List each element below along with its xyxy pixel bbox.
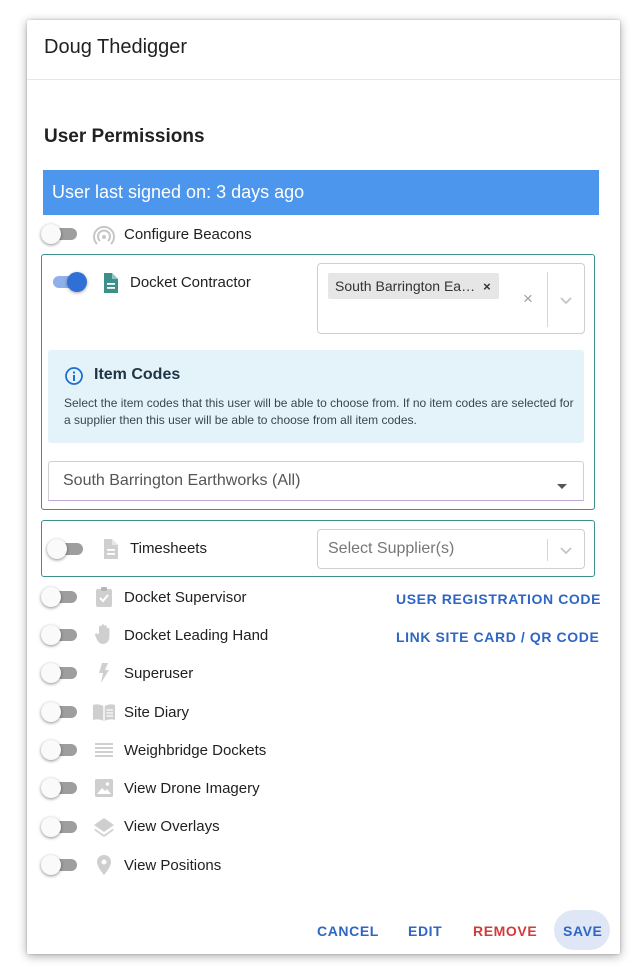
permission-label-site-diary: Site Diary (124, 704, 190, 721)
dialog-header: Doug Thedigger (27, 20, 620, 80)
dropdown-caret-icon (557, 484, 567, 489)
item-codes-info-box: Item Codes Select the item codes that th… (48, 350, 584, 443)
select-separator (547, 539, 548, 561)
permission-label-view-positions: View Positions (124, 857, 222, 874)
item-codes-title: Item Codes (94, 366, 181, 383)
save-button[interactable]: SAVE (563, 923, 603, 939)
toggle-docket-supervisor[interactable] (41, 586, 81, 608)
item-codes-description: Select the item codes that this user wil… (64, 396, 574, 427)
supplier-select-placeholder: Select Supplier(s) (328, 540, 455, 557)
chip-remove-icon[interactable]: × (483, 279, 491, 294)
permission-label-docket-supervisor: Docket Supervisor (124, 589, 247, 606)
permission-label-weighbridge-dockets: Weighbridge Dockets (124, 742, 267, 759)
list-icon (95, 743, 113, 757)
permission-label-docket-leading-hand: Docket Leading Hand (124, 627, 269, 644)
toggle-timesheets[interactable] (47, 538, 87, 560)
item-codes-dropdown[interactable]: South Barrington Earthworks (All) (48, 461, 584, 501)
document-icon (104, 273, 118, 293)
toggle-view-drone-imagery[interactable] (41, 777, 81, 799)
book-icon (93, 704, 115, 721)
user-permissions-dialog: Doug Thedigger User Permissions User las… (27, 20, 620, 954)
location-pin-icon (97, 855, 111, 875)
document-icon (104, 539, 118, 559)
last-signed-on-banner: User last signed on: 3 days ago (43, 170, 599, 215)
permission-label-view-overlays: View Overlays (124, 818, 220, 835)
link-site-card-qr-code-link[interactable]: LINK SITE CARD / QR CODE (396, 629, 599, 645)
toggle-docket-contractor[interactable] (49, 271, 89, 293)
chevron-down-icon[interactable] (559, 543, 573, 557)
contractor-supplier-select[interactable]: South Barrington Ea… × × (317, 263, 585, 334)
permission-label-docket-contractor: Docket Contractor (130, 274, 251, 291)
timesheets-panel: Timesheets Select Supplier(s) (41, 520, 595, 577)
toggle-view-overlays[interactable] (41, 816, 81, 838)
toggle-view-positions[interactable] (41, 854, 81, 876)
beacon-icon (93, 225, 115, 245)
clipboard-check-icon (96, 587, 112, 607)
permission-label-configure-beacons: Configure Beacons (124, 226, 252, 243)
dialog-title: Doug Thedigger (44, 36, 188, 58)
select-separator (547, 272, 548, 327)
edit-button[interactable]: EDIT (408, 923, 442, 939)
user-registration-code-link[interactable]: USER REGISTRATION CODE (396, 591, 601, 607)
hand-icon (94, 624, 110, 644)
image-icon (95, 779, 113, 797)
timesheets-supplier-select[interactable]: Select Supplier(s) (317, 529, 585, 569)
toggle-superuser[interactable] (41, 662, 81, 684)
layers-icon (94, 818, 114, 837)
toggle-configure-beacons[interactable] (41, 223, 81, 245)
toggle-weighbridge-dockets[interactable] (41, 739, 81, 761)
item-codes-dropdown-value: South Barrington Earthworks (All) (63, 472, 301, 489)
section-title: User Permissions (44, 126, 205, 147)
permission-label-superuser: Superuser (124, 665, 194, 682)
info-icon (65, 367, 83, 385)
cancel-button[interactable]: CANCEL (317, 923, 379, 939)
clear-selection-icon[interactable]: × (523, 289, 533, 309)
chip-label: South Barrington Ea… (335, 278, 476, 294)
selected-supplier-chip: South Barrington Ea… × (328, 273, 499, 299)
remove-button[interactable]: REMOVE (473, 923, 537, 939)
toggle-site-diary[interactable] (41, 701, 81, 723)
lightning-icon (99, 663, 109, 683)
permission-label-view-drone-imagery: View Drone Imagery (124, 780, 260, 797)
permission-label-timesheets: Timesheets (130, 540, 207, 557)
toggle-docket-leading-hand[interactable] (41, 624, 81, 646)
banner-text: User last signed on: 3 days ago (52, 182, 305, 202)
chevron-down-icon[interactable] (559, 293, 573, 307)
